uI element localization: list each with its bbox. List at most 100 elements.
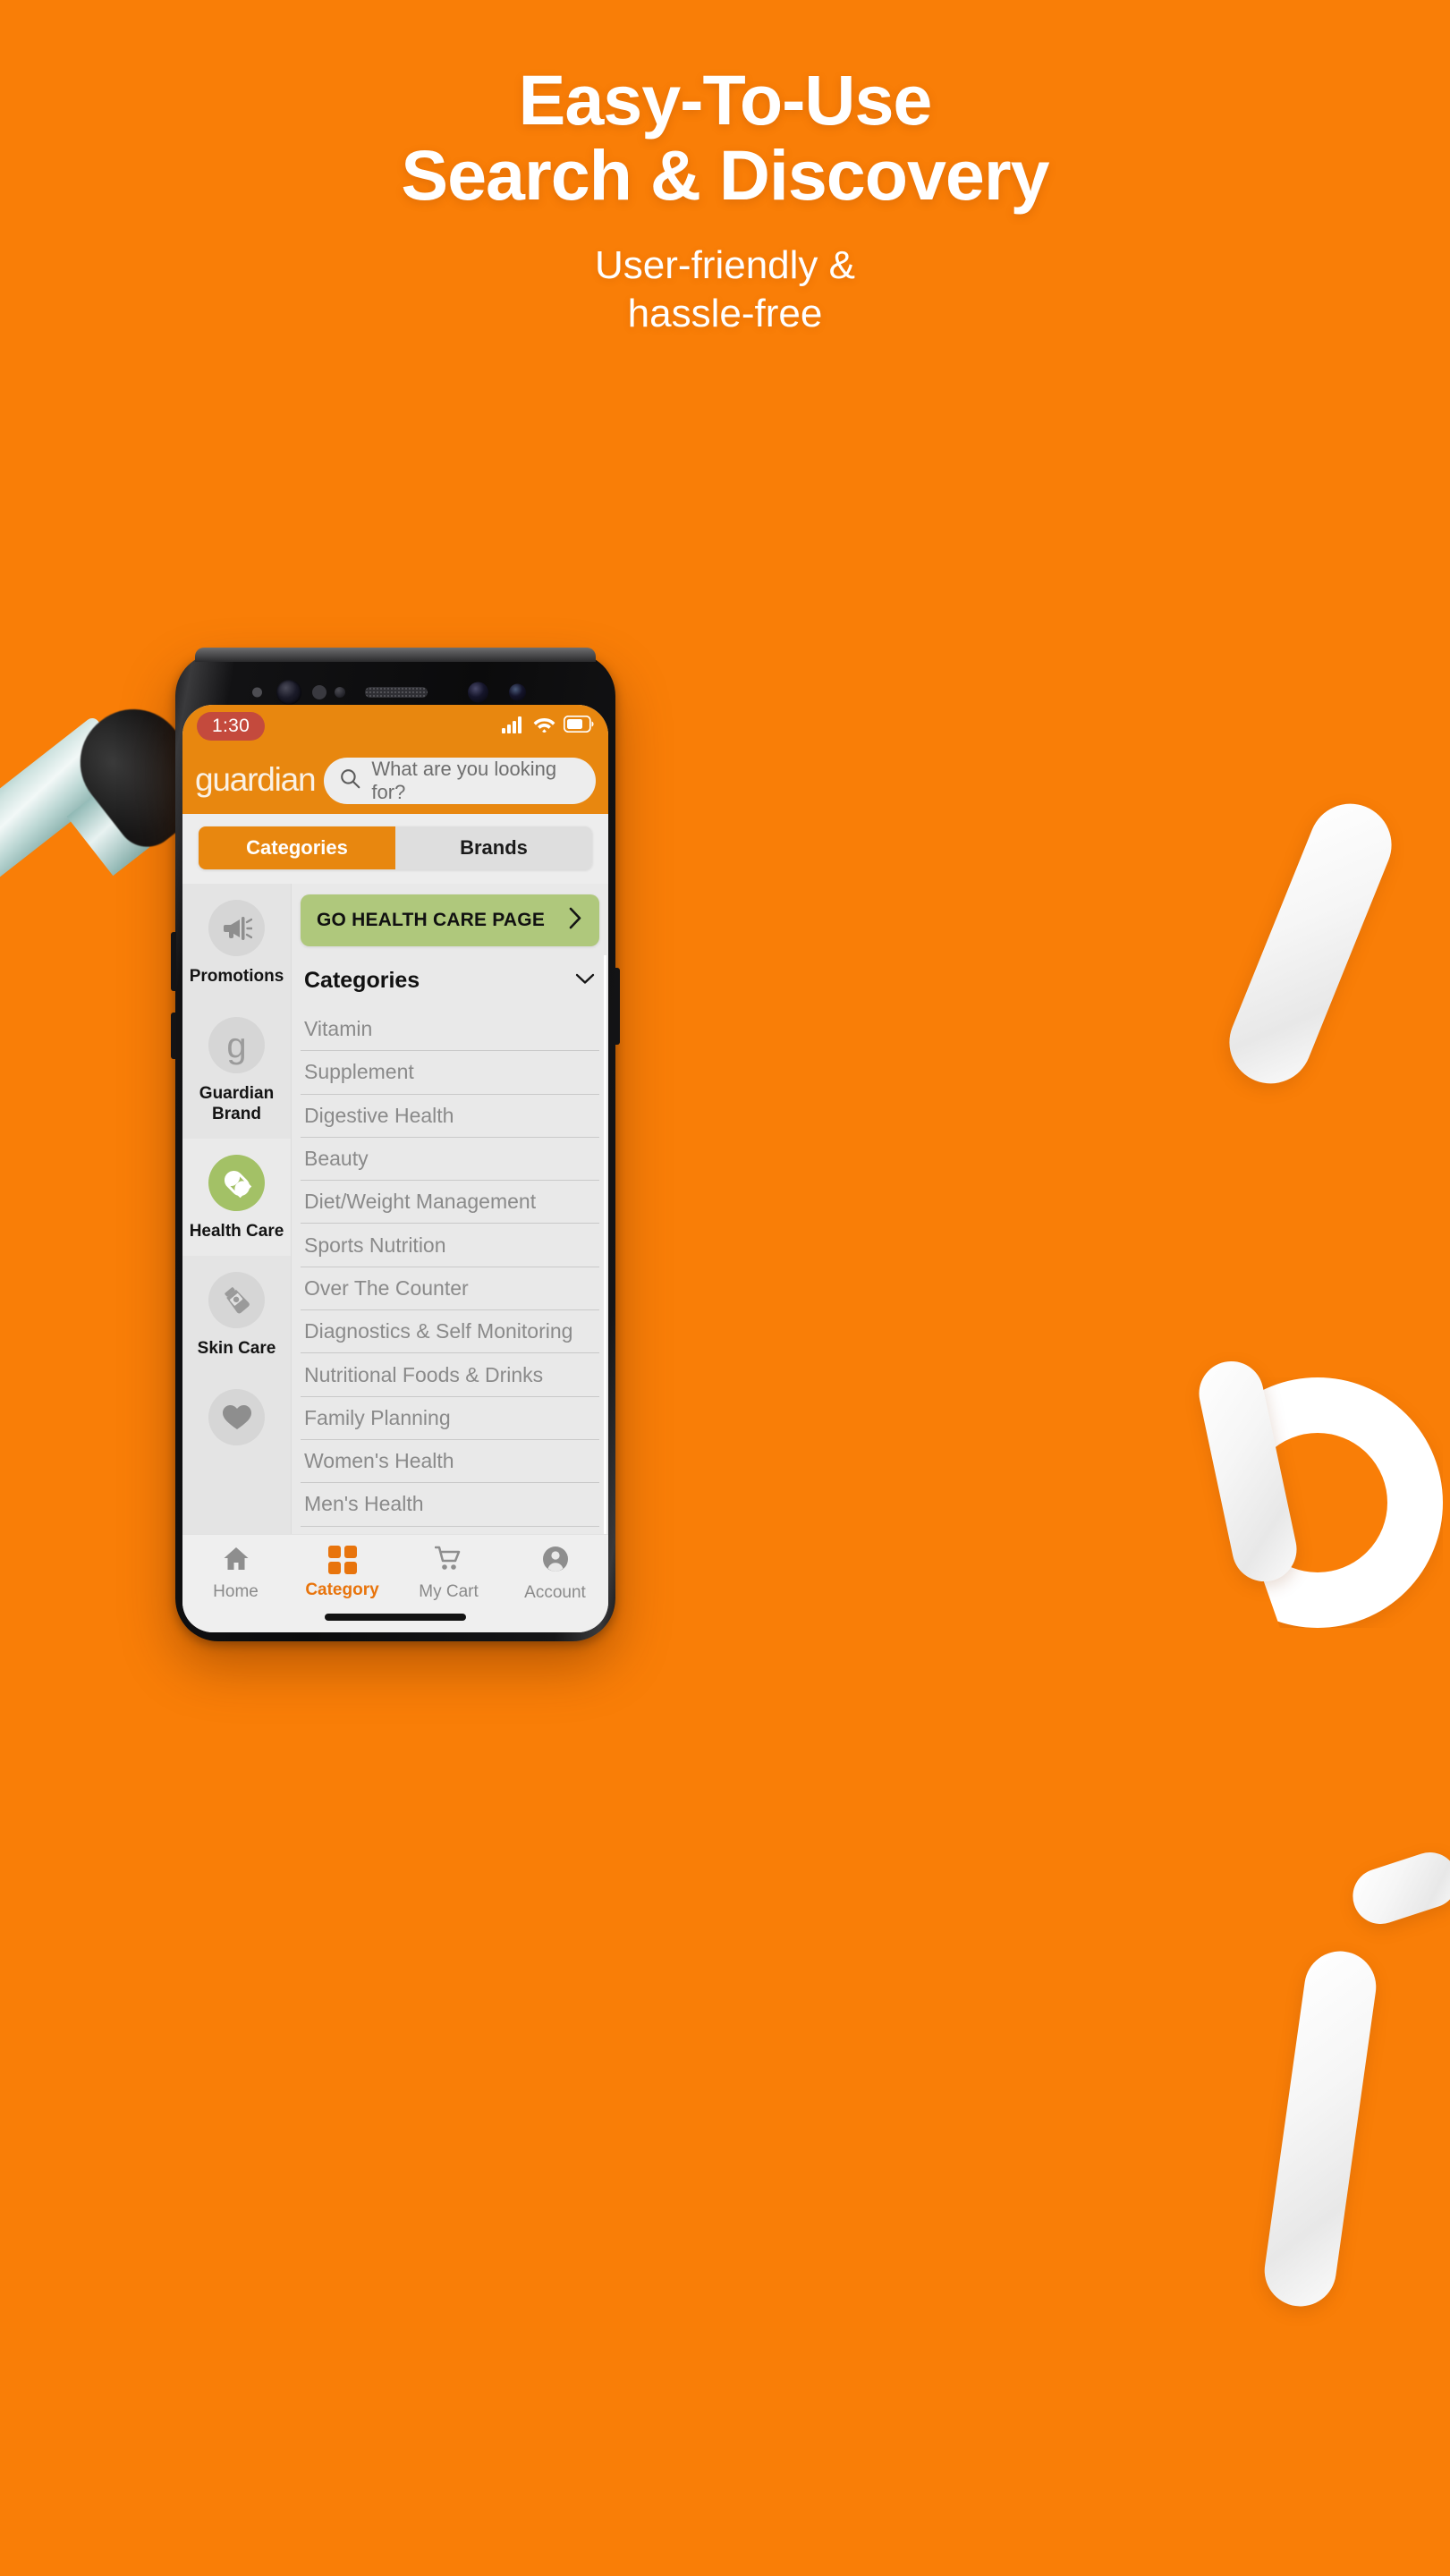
pill-capsule-icon	[208, 1155, 265, 1211]
earpiece-speaker-icon	[365, 687, 428, 698]
sidebar-item-favourites[interactable]	[182, 1373, 291, 1470]
search-input[interactable]: What are you looking for?	[371, 758, 580, 804]
secondary-sensor-icon	[509, 683, 526, 701]
promo-title-line-2: Search & Discovery	[401, 135, 1049, 215]
status-bar-clock: 1:30	[197, 712, 266, 741]
categories-section-header[interactable]: Categories	[301, 957, 599, 1008]
category-list-item[interactable]: Vitamin	[301, 1008, 599, 1052]
category-list-item-label: Diagnostics & Self Monitoring	[304, 1319, 573, 1343]
volume-down-button[interactable]	[171, 1013, 176, 1059]
sidebar-item-promotions[interactable]: Promotions	[182, 884, 291, 1001]
phone-top-edge	[195, 648, 596, 662]
brush-ferrule	[66, 787, 150, 877]
tab-bar: Categories Brands	[182, 814, 608, 884]
phone-screen: 1:30 guardian What are you looking for? …	[182, 705, 608, 1632]
sidebar-item-guardian-brand[interactable]: g Guardian Brand	[182, 1001, 291, 1139]
category-list-item[interactable]: Nutritional Foods & Drinks	[301, 1353, 599, 1397]
category-list-item[interactable]: Women's Health	[301, 1440, 599, 1484]
go-health-care-page-banner[interactable]: GO HEALTH CARE PAGE	[301, 894, 599, 946]
category-list-item-label: Supplement	[304, 1060, 414, 1084]
power-button[interactable]	[615, 968, 620, 1045]
cream-swirl-decoration	[1192, 1377, 1443, 1628]
category-list-item-label: Beauty	[304, 1147, 369, 1171]
category-list-item[interactable]: Adult Care	[301, 1527, 599, 1534]
categories-header-label: Categories	[304, 968, 420, 993]
search-bar[interactable]: What are you looking for?	[324, 758, 596, 804]
cream-smear-decoration	[1259, 1946, 1381, 2311]
volume-up-button[interactable]	[171, 932, 176, 991]
content-area: Promotions g Guardian Brand Health Care …	[182, 884, 608, 1534]
category-list-item[interactable]: Over The Counter	[301, 1267, 599, 1311]
category-list-item[interactable]: Men's Health	[301, 1483, 599, 1527]
nav-label-account: Account	[524, 1583, 586, 1602]
guardian-g-icon: g	[208, 1017, 265, 1073]
sidebar-item-skin-care[interactable]: Skin Care	[182, 1256, 291, 1373]
battery-icon	[563, 715, 594, 737]
account-icon	[542, 1546, 569, 1577]
cream-smear-decoration	[1192, 1355, 1303, 1588]
promo-header: Easy-To-Use Search & Discovery User-frie…	[0, 63, 1450, 338]
category-list-item[interactable]: Digestive Health	[301, 1095, 599, 1138]
content-scrollbar[interactable]	[604, 955, 606, 1534]
cream-smear-decoration	[1217, 791, 1404, 1097]
category-list-item[interactable]: Diagnostics & Self Monitoring	[301, 1310, 599, 1354]
category-list-item-label: Women's Health	[304, 1449, 454, 1473]
tab-brands[interactable]: Brands	[395, 826, 592, 869]
sidebar-label-health-care: Health Care	[189, 1222, 284, 1241]
category-list-item-label: Over The Counter	[304, 1275, 469, 1300]
phone-mockup: 1:30 guardian What are you looking for? …	[171, 648, 620, 1641]
sidebar-label-promotions: Promotions	[189, 967, 284, 986]
nav-item-home[interactable]: Home	[182, 1546, 289, 1602]
sidebar-label-guardian-brand: Guardian Brand	[199, 1084, 275, 1123]
nav-item-account[interactable]: Account	[502, 1546, 608, 1603]
proximity-sensor-icon	[312, 685, 326, 699]
lotion-tube-icon	[208, 1272, 265, 1328]
category-list-item[interactable]: Family Planning	[301, 1397, 599, 1440]
megaphone-icon	[208, 900, 265, 956]
category-list-item-label: Vitamin	[304, 1017, 373, 1041]
search-icon	[340, 768, 360, 793]
bottom-navigation-bar: Home Category My Cart Account	[182, 1534, 608, 1632]
wifi-icon	[533, 716, 555, 737]
nav-item-my-cart[interactable]: My Cart	[395, 1546, 502, 1602]
chevron-down-icon[interactable]	[574, 971, 596, 990]
led-indicator-icon	[252, 687, 262, 698]
brush-handle	[0, 715, 137, 930]
category-sidebar: Promotions g Guardian Brand Health Care …	[182, 884, 292, 1534]
nav-item-category[interactable]: Category	[289, 1546, 395, 1600]
signal-bars-icon	[502, 716, 525, 738]
phone-sensor-row	[175, 674, 615, 710]
status-bar: 1:30	[182, 705, 608, 748]
category-list-item-label: Diet/Weight Management	[304, 1190, 537, 1214]
category-list-item[interactable]: Sports Nutrition	[301, 1224, 599, 1267]
banner-label: GO HEALTH CARE PAGE	[317, 910, 546, 930]
promo-subtitle-line-2: hassle-free	[627, 292, 823, 335]
category-list[interactable]: Vitamin Supplement Digestive Health Beauty D…	[301, 1008, 599, 1534]
category-list-item[interactable]: Supplement	[301, 1051, 599, 1095]
nav-label-category: Category	[305, 1580, 379, 1599]
nav-label-my-cart: My Cart	[419, 1582, 479, 1601]
sidebar-label-skin-care: Skin Care	[197, 1339, 276, 1358]
category-list-item-label: Digestive Health	[304, 1103, 454, 1127]
status-bar-icons	[502, 715, 594, 738]
grid-icon	[327, 1546, 357, 1574]
cart-icon	[434, 1546, 462, 1576]
light-sensor-icon	[335, 687, 345, 698]
category-list-item-label: Family Planning	[304, 1405, 451, 1429]
tab-categories[interactable]: Categories	[199, 826, 395, 869]
home-icon	[223, 1546, 250, 1576]
front-camera-icon	[276, 680, 301, 705]
category-content: GO HEALTH CARE PAGE Categories Vitamin Su…	[292, 884, 608, 1534]
chevron-right-icon	[568, 906, 583, 935]
category-list-item[interactable]: Diet/Weight Management	[301, 1181, 599, 1224]
home-indicator	[325, 1614, 466, 1621]
promo-title-line-1: Easy-To-Use	[518, 60, 933, 140]
category-list-item[interactable]: Beauty	[301, 1138, 599, 1182]
category-list-item-label: Men's Health	[304, 1492, 424, 1516]
iris-scanner-icon	[468, 682, 488, 703]
category-list-item-label: Sports Nutrition	[304, 1233, 446, 1257]
sidebar-item-health-care[interactable]: Health Care	[182, 1139, 291, 1256]
app-bar: guardian What are you looking for?	[182, 748, 608, 814]
heart-icon	[208, 1389, 265, 1445]
cream-smear-decoration	[1345, 1844, 1450, 1932]
